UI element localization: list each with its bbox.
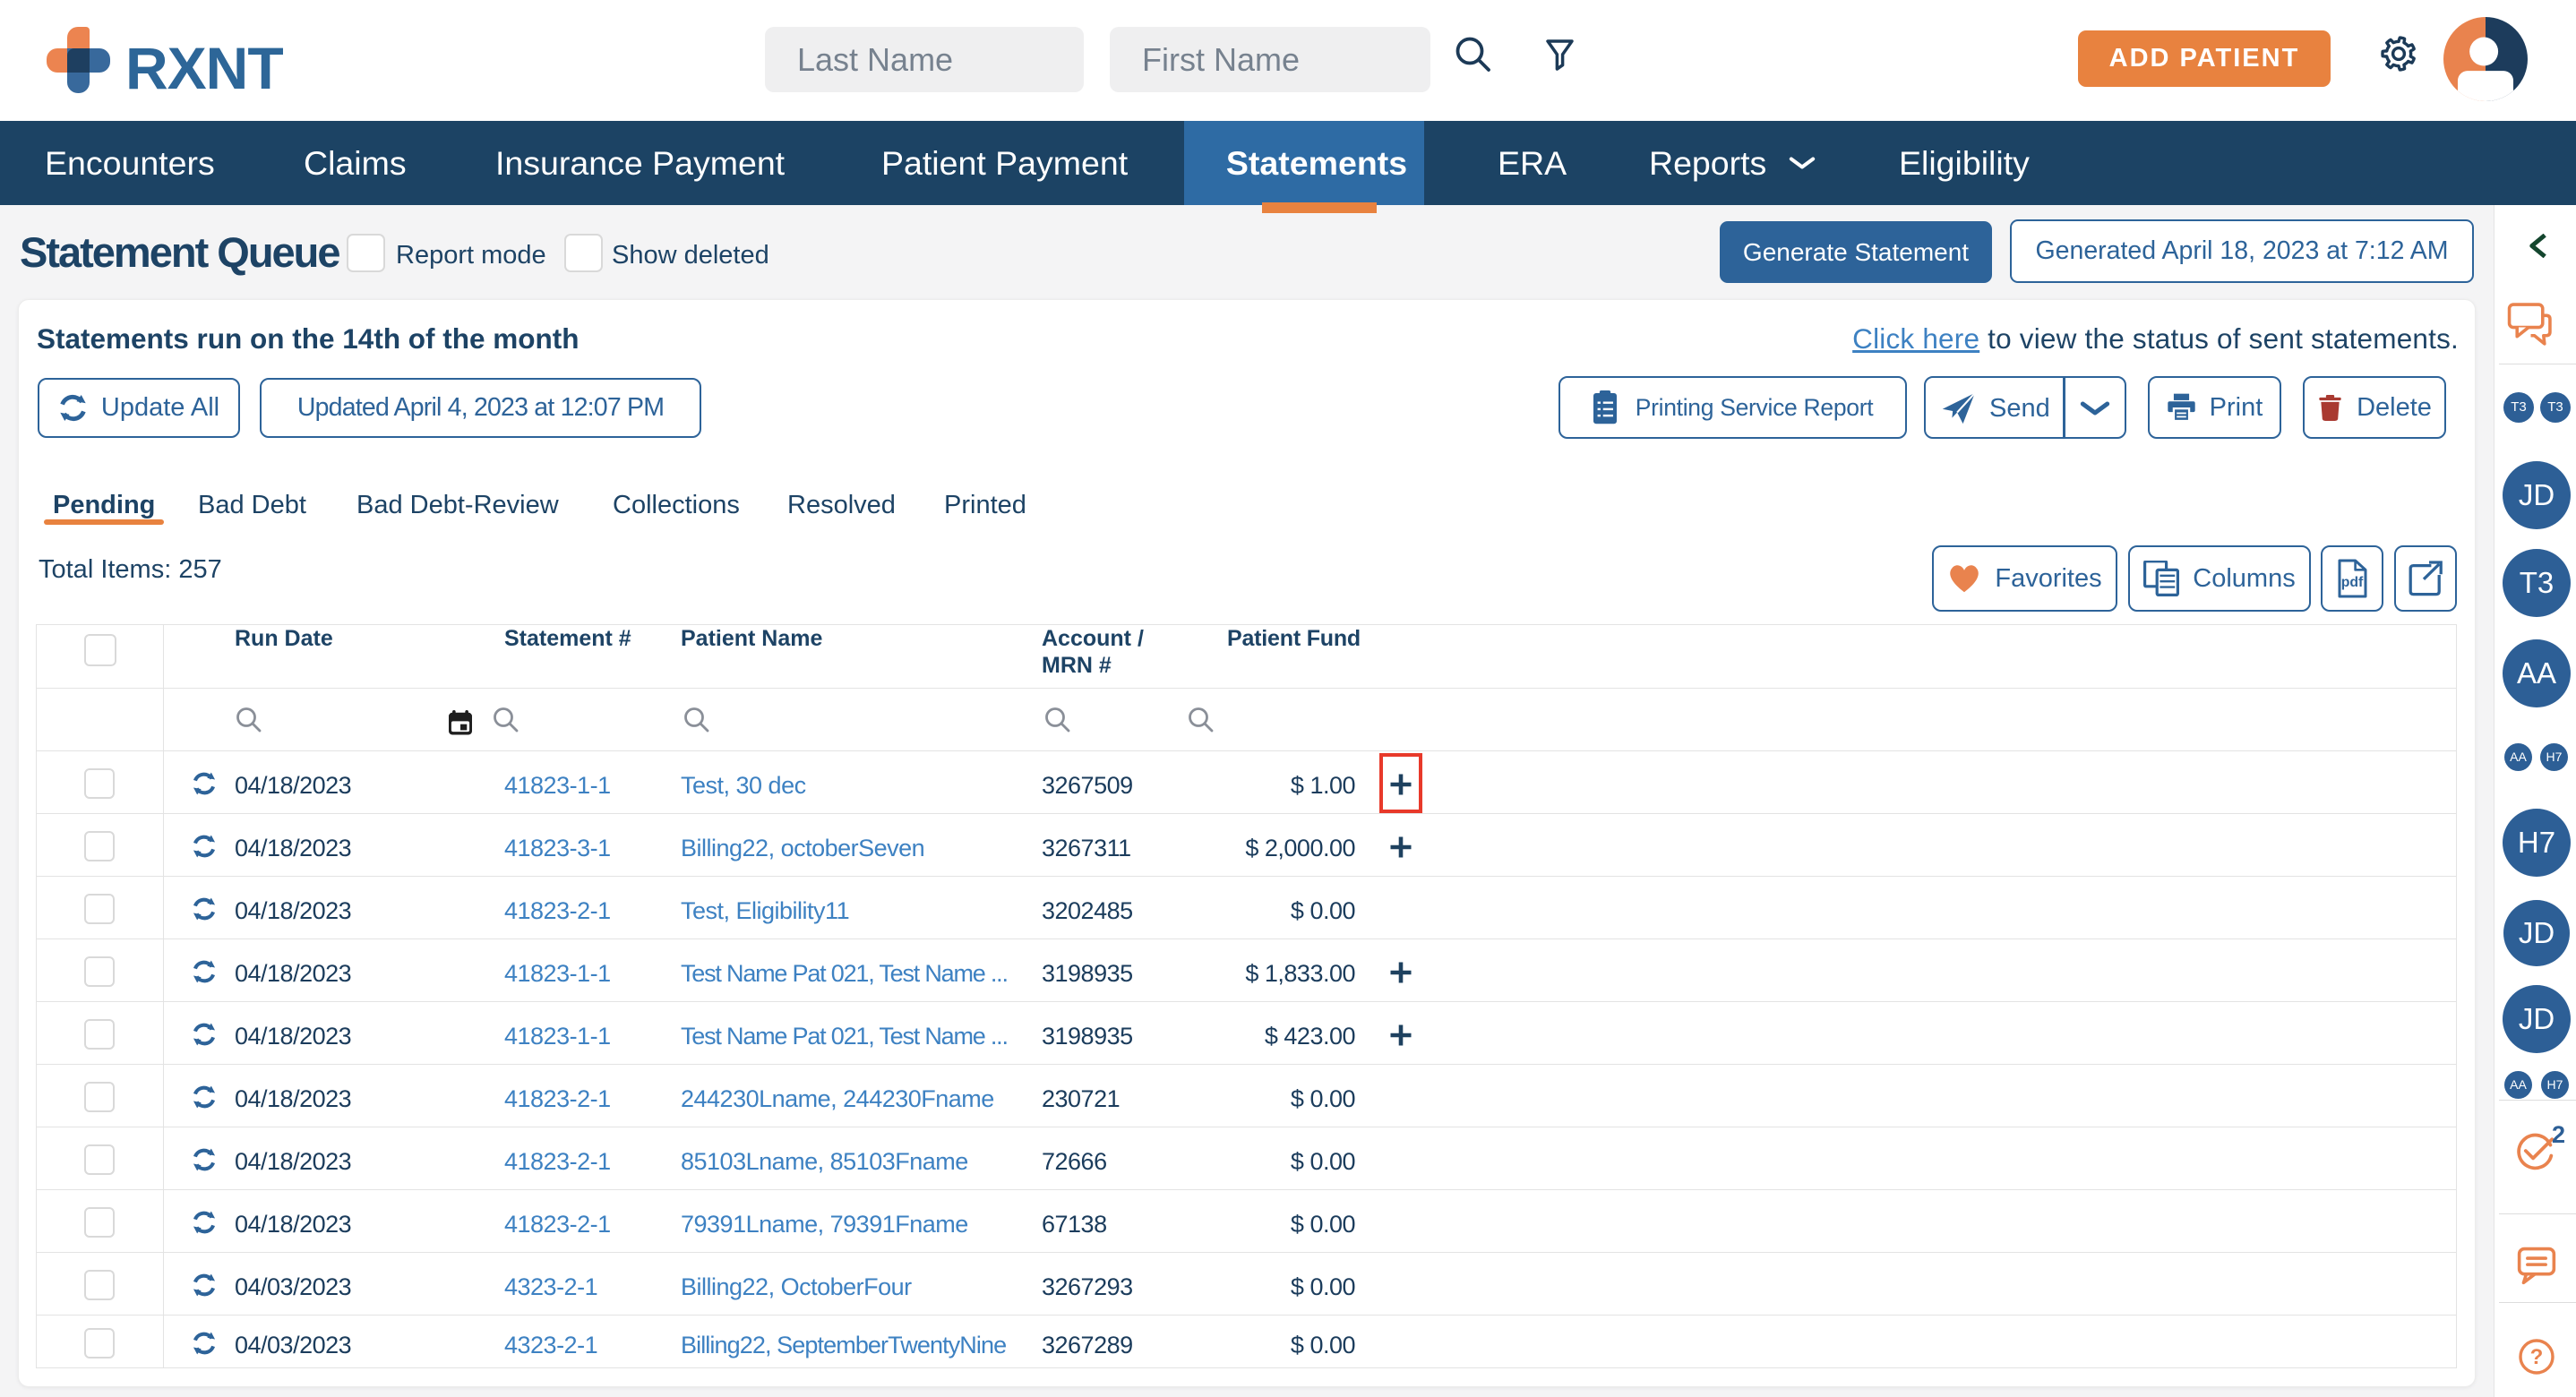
svg-text:?: ?	[2530, 1345, 2544, 1369]
svg-text:pdf: pdf	[2341, 575, 2364, 590]
